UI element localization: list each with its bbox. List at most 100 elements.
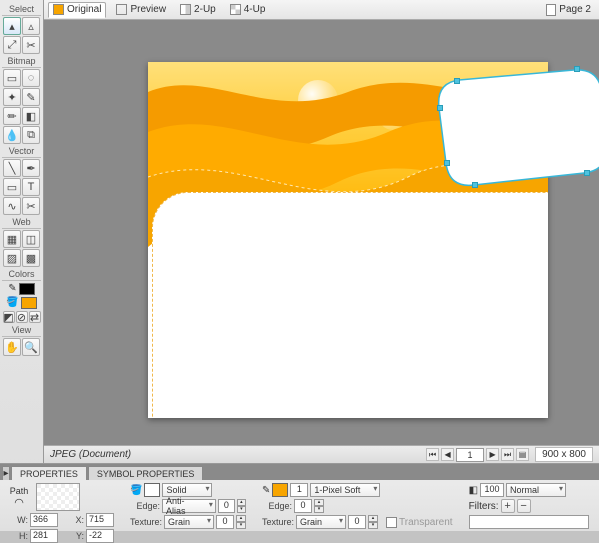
fill-color-swatch[interactable]: [21, 297, 37, 309]
height-field[interactable]: 281: [30, 529, 58, 543]
fill-edge-amount[interactable]: 0: [218, 499, 235, 513]
transparent-checkbox[interactable]: [386, 517, 397, 528]
remove-filter-button[interactable]: −: [517, 499, 531, 513]
pencil-tool[interactable]: ✏: [3, 107, 21, 125]
tab-properties[interactable]: PROPERTIES: [11, 466, 87, 480]
slice-tool[interactable]: ◫: [22, 230, 40, 248]
stroke-color-swatch[interactable]: [19, 283, 35, 295]
fill-type-dropdown[interactable]: Solid: [162, 483, 212, 497]
object-type-label: Path: [4, 486, 34, 496]
fill-group: 🪣 Solid Edge: Anti-Alias 0 ▴▾ Texture: G…: [130, 483, 246, 529]
filters-list[interactable]: [469, 515, 589, 529]
canvas-area[interactable]: [44, 20, 599, 445]
tab-symbol-properties[interactable]: SYMBOL PROPERTIES: [88, 466, 204, 480]
page-navigator: ⏮ ◀ 1 ▶ ⏭ ▤ 900 x 800: [426, 447, 593, 462]
stroke-tip-dropdown[interactable]: 1-Pixel Soft: [310, 483, 380, 497]
selection-handle[interactable]: [574, 66, 580, 72]
fill-texture-dropdown[interactable]: Grain: [164, 515, 214, 529]
rectangle-tool[interactable]: ▭: [3, 178, 21, 196]
artboard[interactable]: [148, 62, 548, 418]
new-page-button[interactable]: ▤: [516, 448, 529, 461]
swap-colors-button[interactable]: ⇄: [29, 311, 41, 323]
stamp-tool[interactable]: ⧉: [22, 126, 40, 144]
page-icon: [546, 4, 556, 16]
lasso-tool[interactable]: ◌: [22, 69, 40, 87]
pen-tool[interactable]: ✒: [22, 159, 40, 177]
hand-tool[interactable]: ✋: [3, 338, 21, 356]
fill-swatch[interactable]: [144, 483, 160, 497]
selection-handle[interactable]: [584, 170, 590, 176]
show-slices-tool[interactable]: ▩: [22, 249, 40, 267]
scale-tool[interactable]: ⤢: [3, 36, 21, 54]
page-indicator-label: Page 2: [559, 4, 591, 15]
tab-2up[interactable]: 2-Up: [176, 2, 220, 18]
toolbox-section-colors: Colors: [2, 269, 41, 281]
subselect-tool[interactable]: ▵: [22, 17, 40, 35]
fill-edge-spinner[interactable]: ▴▾: [237, 499, 246, 513]
inspector: ▸ PROPERTIES SYMBOL PROPERTIES Path ◠ W:…: [0, 463, 599, 531]
stroke-edge-spinner[interactable]: ▴▾: [314, 499, 324, 513]
next-page-button[interactable]: ▶: [486, 448, 499, 461]
last-page-button[interactable]: ⏭: [501, 448, 514, 461]
tab-4up[interactable]: 4-Up: [226, 2, 270, 18]
freeform-tool[interactable]: ∿: [3, 197, 21, 215]
artwork: [148, 62, 548, 418]
add-filter-button[interactable]: +: [501, 499, 515, 513]
inspector-tabs: ▸ PROPERTIES SYMBOL PROPERTIES: [0, 464, 599, 480]
y-label: Y:: [60, 531, 84, 541]
marquee-tool[interactable]: ▭: [3, 69, 21, 87]
x-field[interactable]: 715: [86, 513, 114, 527]
width-field[interactable]: 366: [30, 513, 58, 527]
fill-edge-dropdown[interactable]: Anti-Alias: [162, 499, 216, 513]
magic-wand-tool[interactable]: ✦: [3, 88, 21, 106]
selection-handle[interactable]: [444, 160, 450, 166]
stroke-texture-spinner[interactable]: ▴▾: [368, 515, 378, 529]
tab-preview[interactable]: Preview: [112, 2, 170, 18]
page-number-field[interactable]: 1: [456, 448, 484, 462]
selection-handle[interactable]: [472, 182, 478, 188]
zoom-tool[interactable]: 🔍: [22, 338, 40, 356]
brush-tool[interactable]: ✎: [22, 88, 40, 106]
stroke-swatch[interactable]: [272, 483, 288, 497]
selection-handle[interactable]: [437, 105, 443, 111]
knife-tool[interactable]: ✂: [22, 197, 40, 215]
effects-group: ◧ 100 Normal Filters: + −: [469, 483, 589, 529]
selection-handle[interactable]: [454, 78, 460, 84]
text-tool[interactable]: T: [22, 178, 40, 196]
status-format: JPEG (Document): [50, 449, 131, 460]
inspector-collapse-button[interactable]: ▸: [2, 466, 10, 480]
crop-tool[interactable]: ✂: [22, 36, 40, 54]
stroke-texture-amount[interactable]: 0: [348, 515, 366, 529]
first-page-button[interactable]: ⏮: [426, 448, 439, 461]
preview-icon: [116, 4, 127, 15]
stroke-group: ✎ 1 1-Pixel Soft Edge: 0 ▴▾ Texture: Gra…: [262, 483, 453, 529]
x-label: X:: [60, 515, 84, 525]
stroke-pencil-icon: ✎: [262, 485, 270, 496]
eraser-tool[interactable]: ◧: [22, 107, 40, 125]
default-colors-button[interactable]: ◩: [3, 311, 15, 323]
line-tool[interactable]: ╲: [3, 159, 21, 177]
blend-mode-dropdown[interactable]: Normal: [506, 483, 566, 497]
fill-texture-spinner[interactable]: ▴▾: [236, 515, 246, 529]
stroke-edge-amount[interactable]: 0: [294, 499, 312, 513]
prev-page-button[interactable]: ◀: [441, 448, 454, 461]
stroke-width-field[interactable]: 1: [290, 483, 308, 497]
page-indicator[interactable]: Page 2: [542, 4, 595, 16]
blur-tool[interactable]: 💧: [3, 126, 21, 144]
edge-label: Edge:: [130, 501, 160, 511]
fill-texture-amount[interactable]: 0: [216, 515, 234, 529]
y-field[interactable]: -22: [86, 529, 114, 543]
h-label: H:: [4, 531, 28, 541]
opacity-field[interactable]: 100: [480, 483, 504, 497]
object-info-group: Path ◠ W: 366 X: 715 H: 281 Y: -22: [4, 483, 114, 529]
tab-2up-label: 2-Up: [194, 4, 216, 15]
pointer-tool[interactable]: ▴: [3, 17, 21, 35]
fourup-icon: [230, 4, 241, 15]
no-color-button[interactable]: ⊘: [16, 311, 28, 323]
hide-slices-tool[interactable]: ▨: [3, 249, 21, 267]
tab-original-label: Original: [67, 4, 101, 15]
tab-original[interactable]: Original: [48, 2, 106, 18]
twoup-icon: [180, 4, 191, 15]
stroke-texture-dropdown[interactable]: Grain: [296, 515, 346, 529]
hotspot-tool[interactable]: ▦: [3, 230, 21, 248]
